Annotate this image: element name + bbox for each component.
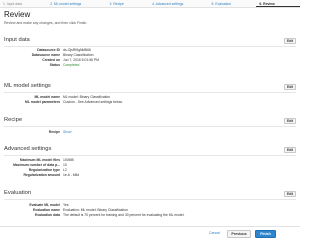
- edit-input-data-button[interactable]: Edit: [284, 38, 296, 44]
- field-value: The default is 70 percent for training a…: [63, 213, 185, 217]
- page-subtitle: Review and make any changes, and then cl…: [4, 21, 88, 25]
- divider: [4, 199, 296, 200]
- field-label: Status: [49, 63, 60, 67]
- field-label: Regularization amount: [23, 173, 60, 177]
- step-recipe[interactable]: 3. Recipe: [106, 0, 149, 7]
- input-data-row: Status Completed: [0, 63, 300, 68]
- page-title: Review: [4, 10, 31, 19]
- edit-recipe-button[interactable]: Edit: [284, 118, 296, 124]
- step-advanced-settings[interactable]: 4. Advanced settings: [149, 0, 209, 7]
- advanced-settings-row: Regularization amount 1e-6 - Mild: [0, 173, 300, 178]
- step-input-data[interactable]: 1. Input data: [0, 0, 47, 7]
- step-ml-model-settings[interactable]: 2. ML model settings: [47, 0, 106, 7]
- edit-evaluation-button[interactable]: Edit: [284, 191, 296, 197]
- field-label: Evaluation data: [34, 213, 60, 217]
- edit-advanced-settings-button[interactable]: Edit: [284, 147, 296, 153]
- step-evaluation[interactable]: 5. Evaluation: [209, 0, 257, 7]
- section-title-input-data: Input data: [4, 37, 30, 43]
- recipe-row: Recipe Show: [0, 130, 300, 135]
- finish-button[interactable]: Finish: [255, 230, 276, 238]
- divider: [4, 155, 296, 156]
- field-label: ML model parameters: [25, 100, 60, 104]
- previous-button[interactable]: Previous: [227, 230, 251, 238]
- divider: [4, 46, 296, 47]
- step-review[interactable]: 6. Review: [256, 0, 301, 7]
- divider: [4, 126, 296, 127]
- wizard-steps: 1. Input data 2. ML model settings 3. Re…: [0, 0, 301, 8]
- evaluation-row: Evaluation data The default is 70 percen…: [0, 213, 300, 218]
- ml-model-row: ML model parameters Custom - See Advance…: [0, 100, 300, 105]
- section-title-ml-model-settings: ML model settings: [4, 83, 51, 89]
- section-title-advanced-settings: Advanced settings: [4, 146, 52, 152]
- show-recipe-link[interactable]: Show: [63, 130, 71, 135]
- field-value: 1e-6 - Mild: [63, 173, 80, 177]
- field-value: Custom - See Advanced settings below.: [63, 100, 123, 104]
- section-title-evaluation: Evaluation: [4, 190, 32, 196]
- cancel-button[interactable]: Cancel: [205, 230, 224, 238]
- status-value: Completed: [63, 63, 80, 67]
- divider: [4, 92, 296, 93]
- field-label: Recipe: [48, 130, 60, 134]
- section-title-recipe: Recipe: [4, 117, 23, 123]
- edit-ml-model-settings-button[interactable]: Edit: [284, 84, 296, 90]
